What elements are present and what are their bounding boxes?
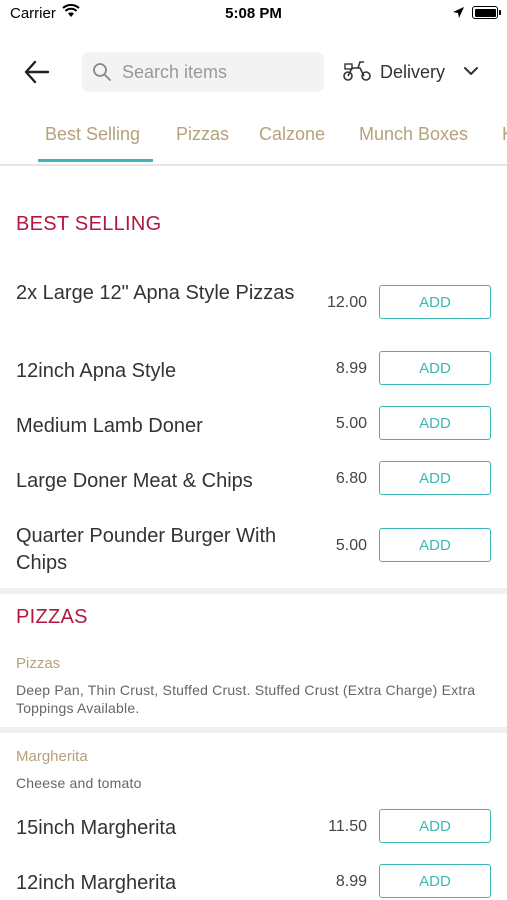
location-arrow-icon: [452, 6, 465, 24]
scooter-icon: [342, 58, 372, 87]
add-button[interactable]: ADD: [379, 809, 491, 843]
item-name: 15inch Margherita: [16, 817, 177, 839]
section-title-pizzas: PIZZAS: [16, 606, 88, 628]
category-name: Pizzas: [16, 655, 61, 672]
back-arrow-icon[interactable]: [22, 58, 52, 86]
item-name: Quarter Pounder Burger With Chips: [16, 525, 277, 574]
item-price: 6.80: [335, 470, 367, 487]
tab-calzone[interactable]: Calzone: [259, 124, 325, 145]
item-name: 2x Large 12" Apna Style Pizzas: [16, 282, 295, 304]
item-name: 12inch Apna Style: [16, 360, 177, 382]
add-button[interactable]: ADD: [379, 285, 491, 319]
add-button[interactable]: ADD: [379, 528, 491, 562]
add-button[interactable]: ADD: [379, 461, 491, 495]
item-price: 5.00: [335, 415, 367, 432]
item-name: Medium Lamb Doner: [16, 415, 203, 437]
section-divider: [0, 588, 507, 594]
add-button[interactable]: ADD: [379, 351, 491, 385]
delivery-selector[interactable]: Delivery: [342, 58, 479, 86]
item-name: 12inch Margherita: [16, 872, 177, 894]
battery-icon: [472, 6, 501, 19]
tab-pizzas[interactable]: Pizzas: [176, 124, 229, 145]
active-tab-indicator: [38, 159, 153, 162]
item-price: 11.50: [328, 818, 367, 835]
item-name: Large Doner Meat & Chips: [16, 470, 253, 492]
section-title-best-selling: BEST SELLING: [16, 213, 162, 235]
add-button[interactable]: ADD: [379, 406, 491, 440]
status-bar: Carrier 5:08 PM: [0, 0, 507, 28]
search-icon: [92, 62, 112, 82]
tab-munch-boxes[interactable]: Munch Boxes: [359, 124, 468, 145]
tab-partial[interactable]: K: [502, 124, 507, 145]
add-button[interactable]: ADD: [379, 864, 491, 898]
item-price: 8.99: [335, 360, 367, 377]
chevron-down-icon: [463, 63, 479, 81]
search-placeholder: Search items: [122, 61, 228, 82]
subcategory-name: Margherita: [16, 748, 88, 765]
category-tabs: Best Selling Pizzas Calzone Munch Boxes …: [0, 116, 507, 166]
item-price: 5.00: [335, 537, 367, 554]
search-input[interactable]: Search items: [82, 52, 324, 92]
tab-best-selling[interactable]: Best Selling: [45, 124, 140, 145]
delivery-label: Delivery: [380, 61, 446, 82]
clock: 5:08 PM: [225, 5, 282, 22]
section-divider: [0, 727, 507, 733]
item-price: 8.99: [335, 873, 367, 890]
category-description: Deep Pan, Thin Crust, Stuffed Crust. Stu…: [16, 682, 476, 716]
subcategory-description: Cheese and tomato: [16, 775, 142, 791]
item-price: 12.00: [326, 294, 367, 311]
